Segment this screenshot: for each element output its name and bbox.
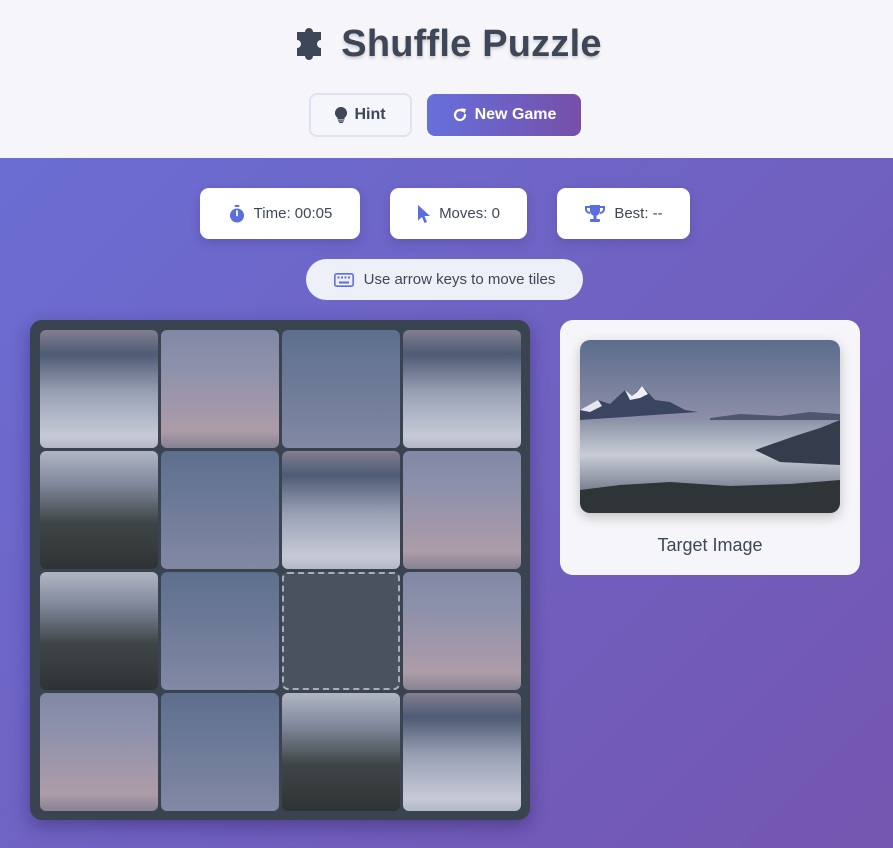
keyboard-icon [333,272,354,287]
target-image-label: Target Image [657,535,763,555]
new-game-button-label: New Game [474,106,557,123]
puzzle-tile[interactable] [40,330,158,448]
puzzle-tile[interactable] [403,572,521,690]
puzzle-board [30,320,530,820]
keyboard-instruction: Use arrow keys to move tiles [306,259,583,300]
puzzle-tile[interactable] [161,330,279,448]
puzzle-tile[interactable] [403,330,521,448]
stopwatch-icon [228,204,246,223]
best-label: Best: -- [614,205,663,222]
puzzle-tile[interactable] [282,693,400,811]
puzzle-tile[interactable] [403,451,521,569]
moves-counter: Moves: 0 [390,188,527,239]
target-image [580,340,840,513]
puzzle-tile[interactable] [40,693,158,811]
timer-display: Time: 00:05 [200,188,360,239]
trophy-icon [584,204,606,223]
puzzle-tile[interactable] [40,451,158,569]
redo-icon [452,107,468,123]
hint-button[interactable]: Hint [309,93,412,137]
hint-button-label: Hint [354,106,386,123]
puzzle-tile[interactable] [161,451,279,569]
puzzle-tile[interactable] [403,693,521,811]
app-title: Shuffle Puzzle [0,22,893,66]
target-image-card: Target Image [560,320,860,575]
new-game-button[interactable]: New Game [427,94,581,136]
puzzle-tile[interactable] [161,572,279,690]
instruction-text: Use arrow keys to move tiles [363,271,556,288]
puzzle-tile[interactable] [40,572,158,690]
app-title-text: Shuffle Puzzle [341,23,602,65]
empty-slot [282,572,400,690]
lightbulb-icon [335,107,348,123]
puzzle-tile[interactable] [282,330,400,448]
puzzle-tile[interactable] [282,451,400,569]
puzzle-piece-icon [297,28,322,60]
best-score: Best: -- [557,188,690,239]
puzzle-tile[interactable] [161,693,279,811]
pointer-icon [417,204,431,223]
timer-label: Time: 00:05 [253,205,333,222]
app-header: Shuffle Puzzle Hint New Game [0,0,893,158]
moves-label: Moves: 0 [439,205,500,222]
